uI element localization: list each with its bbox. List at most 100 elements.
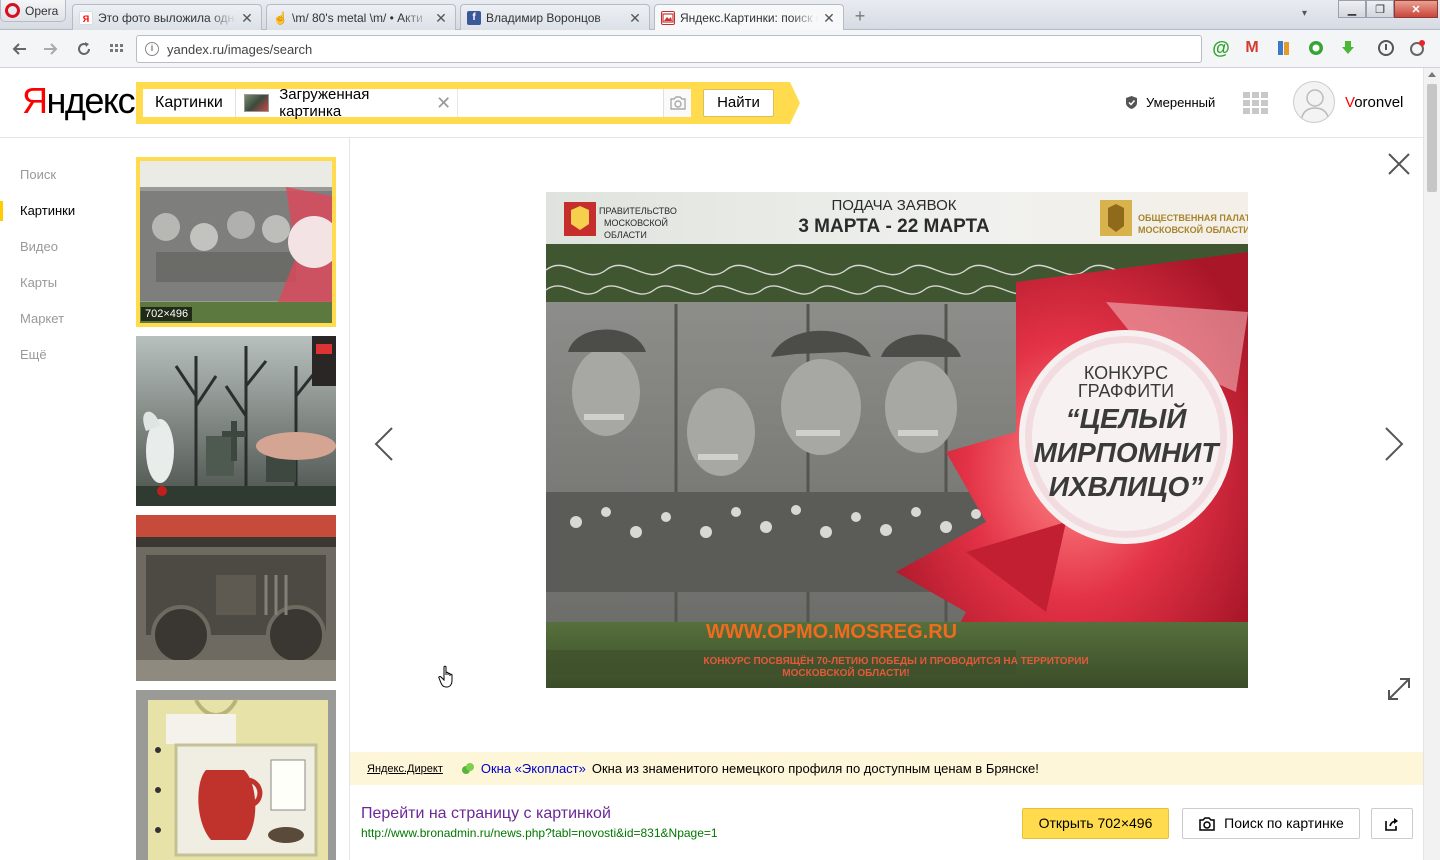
back-arrow-icon[interactable] [10,39,30,59]
services-grid-icon[interactable] [1243,92,1270,114]
opera-logo-icon [5,3,20,18]
username-rest: oronvel [1354,94,1404,111]
tab-close-icon[interactable]: ✕ [629,11,641,25]
username[interactable]: Voronvel [1345,94,1403,111]
contest-line-1: КОНКУРС [1084,363,1168,383]
tab-title: Это фото выложила одна [98,10,236,25]
leaf-icon [461,762,474,774]
yandex-header: Яндекс Картинки Загруженная картинка ✕ Н… [0,68,1440,138]
minimize-window-icon[interactable]: ▁ [1338,0,1366,18]
browser-address-bar: i yandex.ru/images/search @ M [0,30,1440,68]
tab-close-icon[interactable]: ✕ [241,11,253,25]
site-info-icon[interactable]: i [145,42,159,56]
logo-first-letter: Я [22,80,48,121]
thumbnail-graffiti-poster[interactable]: 702×496 [136,157,336,327]
url-field[interactable]: i yandex.ru/images/search [136,35,1202,63]
org-left-line-2: МОСКОВСКОЙ [604,217,668,228]
url-text: yandex.ru/images/search [167,41,313,57]
tab-title: \m/ 80's metal \m/ • Акти [292,10,423,25]
user-avatar[interactable] [1293,81,1335,123]
remove-image-close-icon[interactable]: ✕ [436,93,451,114]
tab-close-icon[interactable]: ✕ [435,11,447,25]
main-image[interactable]: ПРАВИТЕЛЬСТВО МОСКОВСКОЙ ОБЛАСТИ ПОДАЧА … [546,192,1248,688]
similar-images-list: 702×496 [136,157,336,860]
org-right-line-1: ОБЩЕСТВЕННАЯ ПАЛАТА [1138,213,1248,223]
find-button[interactable]: Найти [703,89,774,117]
refresh-extension-icon[interactable] [1306,38,1326,58]
tab-close-icon[interactable]: ✕ [823,11,835,25]
direct-ad-link[interactable]: Окна «Экопласт» [481,761,586,776]
nav-item-video[interactable]: Видео [0,229,120,265]
uploaded-image-label: Загруженная картинка [279,86,370,120]
nav-item-images[interactable]: Картинки [0,193,120,229]
search-field-group: Картинки Загруженная картинка ✕ [143,86,691,120]
hand-cursor-icon [438,665,453,688]
close-viewer-icon[interactable] [1385,150,1413,178]
next-image-arrow-icon[interactable] [1380,424,1408,464]
browser-tab-2[interactable]: ☝ \m/ 80's metal \m/ • Акти ✕ [266,4,456,30]
new-tab-plus-icon[interactable]: + [852,7,868,25]
go-to-page-link[interactable]: Перейти на страницу с картинкой [361,805,611,823]
username-first-letter: V [1345,94,1355,111]
settings-extension-icon[interactable] [1408,38,1428,58]
slogan-line-1: “ЦЕЛЫЙ [1066,402,1188,434]
nav-item-market[interactable]: Маркет [0,301,120,337]
page-scrollbar[interactable] [1423,68,1440,860]
forward-arrow-icon[interactable] [40,39,60,59]
search-input[interactable] [457,89,664,117]
tab-title: Яндекс.Картинки: поиск п [680,11,818,25]
direct-label[interactable]: Яндекс.Директ [367,763,443,775]
image-actions-bar: Перейти на страницу с картинкой http://w… [350,785,1424,860]
search-category-chip[interactable]: Картинки [143,89,236,117]
close-window-icon[interactable]: ✕ [1394,0,1438,18]
yandex-images-favicon-icon [661,11,675,25]
uploaded-image-thumbnail [243,94,270,112]
safe-search-filter[interactable]: Умеренный [1125,95,1215,110]
thumbnail-train-bogie[interactable] [136,515,336,681]
screen: Opera Я Это фото выложила одна ✕ ☝ \m/ 8… [0,0,1440,860]
gmail-extension-icon[interactable]: M [1242,38,1262,58]
nav-item-maps[interactable]: Карты [0,265,120,301]
tab-title: Владимир Воронцов [486,10,601,25]
safe-search-label: Умеренный [1146,95,1216,110]
scroll-up-arrow-icon[interactable] [1428,72,1436,77]
expand-fullscreen-icon[interactable] [1386,676,1412,702]
nav-item-more[interactable]: Ещё [0,337,120,373]
service-nav: Поиск Картинки Видео Карты Маркет Ещё [0,157,120,373]
browser-tab-3[interactable]: f Владимир Воронцов ✕ [460,4,650,30]
thumbnail-decoupage-box[interactable] [136,690,336,860]
open-original-button[interactable]: Открыть 702×496 [1022,808,1169,839]
previous-image-arrow-icon[interactable] [370,424,398,464]
yandex-favicon-icon: Я [79,10,93,25]
window-controls: ▁ ❐ ✕ [1338,0,1438,18]
camera-search-icon[interactable] [663,89,691,117]
poster-footer-line-1: КОНКУРС ПОСВЯЩЁН 70-ЛЕТИЮ ПОБЕДЫ И ПРОВО… [703,654,1088,667]
download-extension-icon[interactable] [1338,38,1358,58]
bookmarks-extension-icon[interactable] [1274,38,1294,58]
tab-menu-icon[interactable]: ▾ [1302,8,1307,19]
poster-footer-line-2: МОСКОВСКОЙ ОБЛАСТИ! [782,666,909,679]
opera-menu-button[interactable]: Opera [0,0,66,22]
user-silhouette-icon [1300,89,1330,122]
search-bar-arrow [790,82,800,124]
reload-icon[interactable] [74,39,94,59]
opera-menu-label: Opera [25,3,59,18]
info-extension-icon[interactable] [1376,38,1396,58]
scrollbar-thumb[interactable] [1427,84,1437,192]
mail-at-extension-icon[interactable]: @ [1211,38,1231,58]
nav-item-search[interactable]: Поиск [0,157,120,193]
direct-ad-text: Окна из знаменитого немецкого профиля по… [591,761,1039,776]
browser-tab-4-active[interactable]: Яндекс.Картинки: поиск п ✕ [654,4,844,31]
source-url-link[interactable]: http://www.bronadmin.ru/news.php?tabl=no… [361,826,718,840]
search-by-image-button[interactable]: Поиск по картинке [1182,808,1360,839]
yandex-logo[interactable]: Яндекс [22,80,136,122]
slogan-line-2: МИРПОМНИТ [1034,437,1222,468]
share-button[interactable] [1371,808,1413,839]
browser-tab-1[interactable]: Я Это фото выложила одна ✕ [72,4,262,30]
slogan-line-3: ИХВЛИЦО” [1049,471,1204,502]
uploaded-image-chip[interactable]: Загруженная картинка ✕ [236,86,457,120]
thumbnail-cemetery-angel[interactable] [136,336,336,506]
restore-window-icon[interactable]: ❐ [1366,0,1394,18]
org-left-line-3: ОБЛАСТИ [604,230,647,240]
speed-dial-grid-icon[interactable] [106,39,126,59]
